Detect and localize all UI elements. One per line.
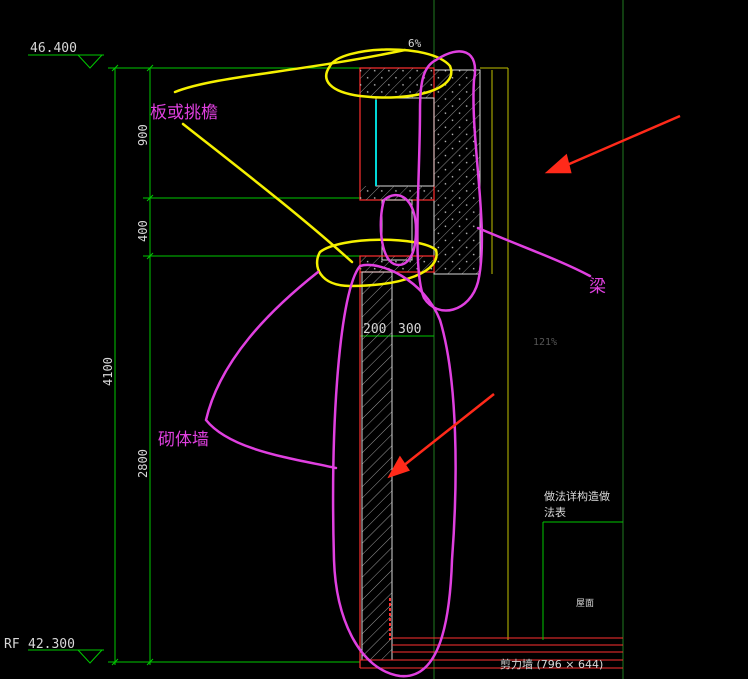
dim-4100: 4100 [101,357,115,386]
cad-drawing-canvas[interactable]: 46.400 RF 42.300 900 400 4100 2800 200 3… [0,0,748,679]
note-method-line2: 法表 [544,505,566,519]
zoom-label: 121% [533,337,557,348]
dim-900: 900 [136,124,150,146]
note-roof: 屋面 [576,598,594,609]
dim-300: 300 [398,322,421,337]
elevation-top: 46.400 [30,41,77,56]
elevation-bottom-prefix: RF [4,637,20,652]
slope-label: 6% [408,37,422,50]
elevation-bottom: 42.300 [28,637,75,652]
note-method-line1: 做法详构造做 [544,489,610,503]
label-beam: 梁 [589,277,606,297]
label-slab-or-eave: 板或挑檐 [150,103,218,123]
dim-400: 400 [136,220,150,242]
masonry-wall-section [361,271,393,661]
status-caption: 剪力墙 (796 × 644) [500,657,603,671]
label-masonry-wall: 砌体墙 [158,430,209,450]
dim-2800: 2800 [136,449,150,478]
